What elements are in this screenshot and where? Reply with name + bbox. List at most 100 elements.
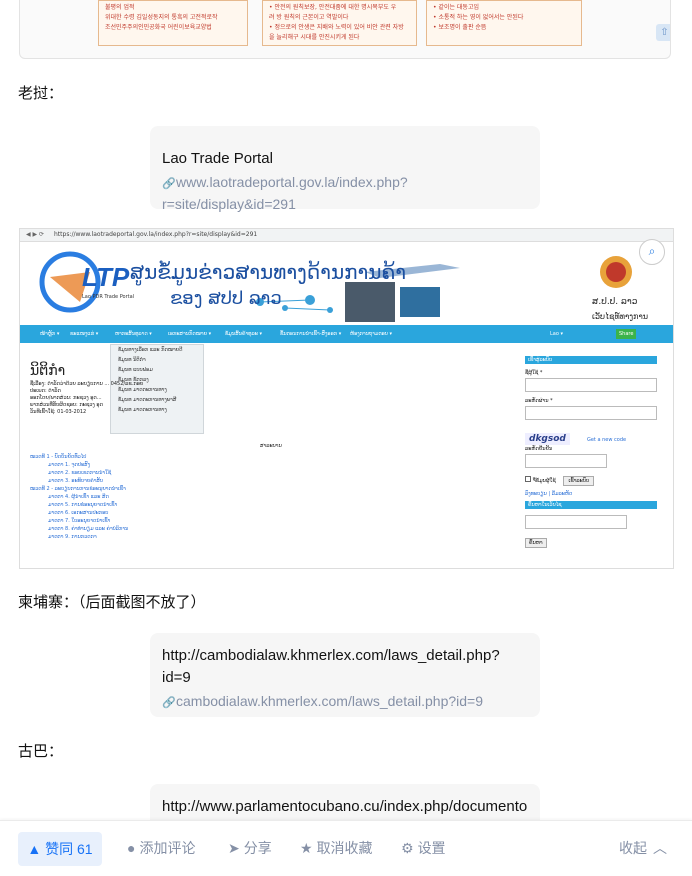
toc-item[interactable]: ມາດຕາ 5. ການຂໍອະນຸຍາດນໍາເຂົ້າ xyxy=(30,501,128,509)
toc-item[interactable]: ມາດຕາ 8. ຄ່າທໍານຽມ ແລະ ຄ່າບໍລິການ xyxy=(30,525,128,533)
toc-item[interactable]: ມາດຕາ 3. ອະທິບາຍຄໍາສັບ xyxy=(30,477,128,485)
link-card-url[interactable]: 🔗www.laotradeportal.gov.la/index.php?r=s… xyxy=(162,172,528,214)
ltp-logo-subtitle: Lao PDR Trade Portal xyxy=(82,294,135,300)
captcha-input[interactable] xyxy=(525,454,607,468)
remember-checkbox[interactable] xyxy=(525,476,531,482)
add-comment-label: 添加评论 xyxy=(139,840,196,856)
new-captcha-link[interactable]: Get a new code xyxy=(587,437,626,443)
korean-text-column-2: • 안전의 원칙보장, 안전대줌에 대한 명시목부도 우 려 방 원칙의 근본이… xyxy=(262,0,417,46)
korean-line: 불평의 업적 xyxy=(105,4,135,11)
nav-item-language[interactable]: Lao ▾ xyxy=(550,325,563,343)
nav-item-product-info[interactable]: ຂໍ້ມູນສິ້ນຄ້າທຸລະ ▾ xyxy=(225,325,262,343)
meta-line: ວັນທີເຂົ້າໃຊ້: 01-03-2012 xyxy=(30,409,87,415)
password-input[interactable] xyxy=(525,406,657,420)
nav-item-faq[interactable]: ຫ້ອງການຖາມຕອບ ▾ xyxy=(350,325,392,343)
lao-nav-bar: ໜ້າຫຼັກ ▾ ຂະແໜງແຮ່ ▾ ຫາກະສິ້ນທຸລາດ ▾ ເອກ… xyxy=(20,325,673,343)
comment-icon: ● xyxy=(127,840,136,856)
register-forgot-links[interactable]: ລົງທະບຽນ | ລືມລະຫັດ xyxy=(525,491,657,497)
meta-line: ອອກໂດຍ/ພາກສ່ວນ: ກະຊວງ ອຸດ... xyxy=(30,395,102,401)
nav-item-regulations[interactable]: ຫາກະສິ້ນທຸລາດ ▾ xyxy=(115,325,152,343)
share-icon: ➤ xyxy=(228,840,240,856)
unfavorite-label: 取消收藏 xyxy=(316,840,373,856)
ltp-logo-text: LTP xyxy=(82,262,130,292)
toc-item[interactable]: ມາດຕາ 6. ເອກະສານປະກອບ xyxy=(30,509,128,517)
username-label: ຊື່ຜູ້ໃຊ້ * xyxy=(525,370,543,376)
link-card-cambodia[interactable]: http://cambodialaw.khmerlex.com/laws_det… xyxy=(150,633,540,717)
page-heading: ນິຕິກໍາ xyxy=(30,363,66,379)
password-label: ລະຫັດຜ່ານ * xyxy=(525,398,553,404)
site-search-input[interactable] xyxy=(525,515,627,529)
nav-item-home[interactable]: ໜ້າຫຼັກ ▾ xyxy=(40,325,59,343)
search-title: ຄົ້ນຫາໃນເວັບໄຊ xyxy=(525,501,657,509)
toc-title: ສາລະບານ xyxy=(260,443,282,449)
korean-line: 을 늘리해구 시대를 안진시키게 된다 xyxy=(269,34,360,41)
login-button[interactable]: ເຂົ້າລະບົບ xyxy=(563,476,595,486)
share-button[interactable]: Share xyxy=(616,329,637,339)
link-card-title[interactable]: Lao Trade Portal xyxy=(162,148,528,170)
sidebar-title: ເຂົ້າສູ່ລະບົບ xyxy=(525,356,657,364)
toc-item[interactable]: ມາດຕາ 1. ຈຸດປະສົງ xyxy=(30,461,128,469)
korean-text-column-1: 불평의 업적 위대한 수령 김일성동지의 통흑의 고전적로작 조선민주주의인민공… xyxy=(98,0,248,46)
remember-row: ຈື່ຂໍ້ມູນຜູ້ໃຊ້ ເຂົ້າລະບົບ xyxy=(525,476,657,486)
top-cropped-screenshot: 불평의 업적 위대한 수령 김일성동지의 통흑의 고전적로작 조선민주주의인민공… xyxy=(19,0,671,59)
share-button[interactable]: ➤ 分享 xyxy=(228,821,272,876)
site-search-button[interactable]: ຄົ້ນຫາ xyxy=(525,538,547,548)
toc-list: ໝວດທີ 1 - ບົດບັນຍັດທົ່ວໄປ ມາດຕາ 1. ຈຸດປະ… xyxy=(30,453,128,541)
korean-line: • 같이는 대동고임 xyxy=(433,4,479,11)
image-search-icon[interactable]: ⌕ xyxy=(639,239,665,265)
nav-item-procedures[interactable]: ຂັ້ນຕອນການນໍາເຂົ້າ-ສົ່ງອອກ ▾ xyxy=(280,325,341,343)
korean-line: 위대한 수령 김일성동지의 통흑의 고전적로작 xyxy=(105,14,218,21)
settings-button[interactable]: ⚙ 设置 xyxy=(401,821,446,876)
unfavorite-button[interactable]: ★ 取消收藏 xyxy=(300,821,373,876)
toc-item[interactable]: ມາດຕາ 7. ໃບອະນຸຍາດນໍາເຂົ້າ xyxy=(30,517,128,525)
toc-item[interactable]: ມາດຕາ 9. ການກວດກາ xyxy=(30,533,128,541)
banner-subtitle: ຂອງ ສປປ ລາວ xyxy=(170,288,282,309)
login-sidebar: ເຂົ້າສູ່ລະບົບ ຊື່ຜູ້ໃຊ້ * ລະຫັດຜ່ານ * dk… xyxy=(525,356,657,566)
korean-line: • 보조명이 출판 순뜸 xyxy=(433,24,487,31)
nav-item-sectors[interactable]: ຂະແໜງແຮ່ ▾ xyxy=(70,325,98,343)
link-card-url[interactable]: 🔗cambodialaw.khmerlex.com/laws_detail.ph… xyxy=(162,691,528,713)
collapse-button[interactable]: 收起 ︿ xyxy=(619,821,671,876)
dropdown-item[interactable]: ຂໍ້ມູນທ ນິຕິກໍາ xyxy=(111,355,203,365)
section-label-laos: 老挝： xyxy=(18,85,64,102)
add-comment-button[interactable]: ● 添加评论 xyxy=(127,821,195,876)
link-card-url-text: www.laotradeportal.gov.la/index.php?r=si… xyxy=(162,174,408,212)
scroll-up-icon[interactable]: ⇧ xyxy=(656,24,670,41)
captcha-label: ລະຫັດຢືນຢັນ xyxy=(525,446,553,452)
lao-trade-portal-screenshot: ◀ ▶ ⟳ https://www.laotradeportal.gov.la/… xyxy=(19,228,674,569)
share-label: 分享 xyxy=(243,840,272,856)
browser-url: https://www.laotradeportal.gov.la/index.… xyxy=(54,231,258,238)
korean-text-column-3: • 같이는 대동고임 • 소통적 하는 영이 없어서는 안된다 • 보조명이 출… xyxy=(426,0,582,46)
link-card-lao[interactable]: Lao Trade Portal 🔗www.laotradeportal.gov… xyxy=(150,126,540,212)
browser-nav-icons: ◀ ▶ ⟳ xyxy=(26,231,45,238)
link-card-title[interactable]: http://cambodialaw.khmerlex.com/laws_det… xyxy=(162,645,528,689)
toc-item[interactable]: ໝວດທີ 2 - ລະບຽບການການຂໍອະນຸຍາດນໍາເຂົ້າ xyxy=(30,485,128,493)
meta-line: ພາກສ່ວນທີ່ຮັບຜິດຊອບ: ກະຊວງ ອຸດ xyxy=(30,402,103,408)
gear-icon: ⚙ xyxy=(401,840,414,856)
section-label-cuba: 古巴： xyxy=(18,743,64,760)
browser-address-bar: ◀ ▶ ⟳ https://www.laotradeportal.gov.la/… xyxy=(20,229,673,242)
username-input[interactable] xyxy=(525,378,657,392)
toc-item[interactable]: ໝວດທີ 1 - ບົດບັນຍັດທົ່ວໄປ xyxy=(30,453,128,461)
nav-item-documents[interactable]: ເອກະສານກົດໝາຍ ▾ xyxy=(168,325,211,343)
captcha-image: dkgsod xyxy=(525,433,570,445)
korean-line: 려 방 원칙의 근본이고 역발이다 xyxy=(269,14,349,21)
collapse-label: 收起 xyxy=(619,840,647,856)
captcha-row: dkgsod Get a new code xyxy=(525,426,657,445)
document-meta: ຊື່ເລື່ອງ: ດໍາລັດວ່າດ້ວຍ ລະບຽບການ ... 04… xyxy=(30,381,143,416)
remember-label: ຈື່ຂໍ້ມູນຜູ້ໃຊ້ xyxy=(532,478,556,484)
gov-label-sub: ເວັບໄຊທ໌ທາງການ xyxy=(592,312,649,321)
star-icon: ★ xyxy=(300,840,313,856)
link-card-title[interactable]: http://www.parlamentocubano.cu/index.php… xyxy=(162,796,528,818)
link-icon: 🔗 xyxy=(162,178,176,190)
answer-action-bar: ▲ 赞同 61 ● 添加评论 ➤ 分享 ★ 取消收藏 ⚙ 设置 收起 ︿ xyxy=(0,820,692,876)
korean-line: • 소통적 하는 영이 없어서는 안된다 xyxy=(433,14,524,21)
toc-item[interactable]: ມາດຕາ 2. ຂອບເຂດການນຳໃຊ້ xyxy=(30,469,128,477)
upvote-button[interactable]: ▲ 赞同 61 xyxy=(18,832,102,866)
settings-label: 设置 xyxy=(417,840,446,856)
korean-line: • 안전의 원칙보장, 안전대줌에 대한 명시목부도 우 xyxy=(269,4,397,11)
dropdown-item[interactable]: ຂໍ້ມູນທາງເລືອກ ແລະ ກົດໝາຍດີ xyxy=(111,345,203,355)
dropdown-item[interactable]: ຂໍ້ມູນທ ແບບຟອມ xyxy=(111,365,203,375)
meta-line: ປະເພດ: ດໍາລັດ xyxy=(30,388,61,394)
toc-item[interactable]: ມາດຕາ 4. ຜູ້ນໍາເຂົ້າ ແລະ ສິດ xyxy=(30,493,128,501)
